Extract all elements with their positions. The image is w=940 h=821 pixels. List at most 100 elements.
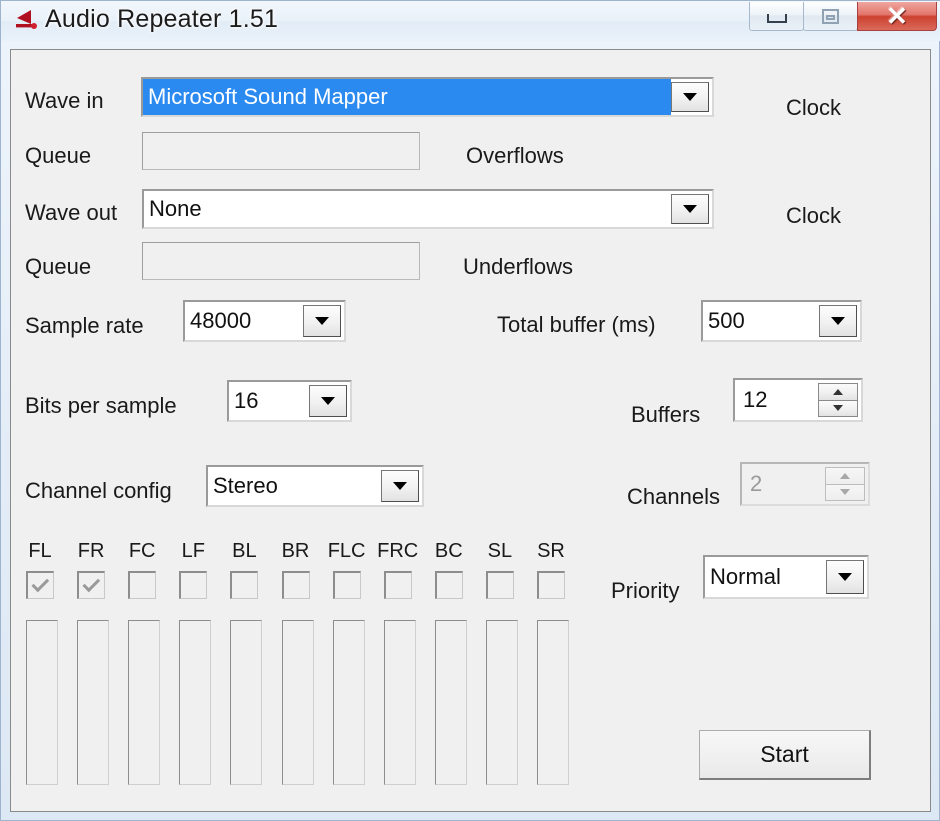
title-bar[interactable]: Audio Repeater 1.51 ✕ [1, 1, 940, 41]
bits-per-sample-label: Bits per sample [25, 393, 177, 418]
channels-decrement-button [825, 484, 865, 501]
channel-checkbox-fc[interactable] [128, 571, 157, 599]
wave-out-combo[interactable]: None [142, 189, 714, 229]
priority-dropdown-button[interactable] [826, 560, 864, 594]
buffers-stepper-buttons [818, 383, 858, 417]
chevron-down-icon [833, 405, 843, 412]
check-icon [82, 574, 100, 593]
maximize-icon [822, 8, 839, 24]
channel-label-br: BR [281, 540, 310, 562]
vu-meter-br [281, 620, 314, 785]
chevron-up-icon [833, 388, 843, 395]
bits-per-sample-dropdown-button[interactable] [309, 385, 347, 417]
priority-combo[interactable]: Normal [703, 555, 869, 599]
channel-checkbox-br[interactable] [281, 571, 310, 599]
vu-meter-sr [537, 620, 569, 785]
priority-label: Priority [611, 578, 680, 603]
chevron-down-icon [838, 573, 852, 581]
window-title: Audio Repeater 1.51 [45, 5, 279, 33]
buffers-stepper[interactable]: 12 [733, 378, 863, 422]
channel-label-fr: FR [77, 540, 105, 562]
chevron-down-icon [683, 93, 697, 101]
channel-config-label: Channel config [25, 478, 172, 503]
start-button[interactable]: Start [699, 730, 871, 780]
buffers-label: Buffers [631, 402, 701, 427]
chevron-down-icon [315, 317, 329, 325]
total-buffer-dropdown-button[interactable] [819, 305, 857, 337]
queue-in-meter [142, 132, 420, 170]
channel-config-combo[interactable]: Stereo [206, 465, 424, 507]
maximize-button[interactable] [803, 2, 858, 31]
channel-checkbox-sl[interactable] [485, 571, 514, 599]
channel-label-fc: FC [128, 540, 156, 562]
channels-stepper-buttons [825, 467, 865, 501]
channels-value: 2 [750, 471, 763, 496]
queue-in-label: Queue [25, 143, 92, 168]
minimize-icon [766, 14, 787, 23]
channel-checkbox-fl[interactable] [26, 571, 54, 599]
queue-out-label: Queue [25, 254, 92, 279]
chevron-down-icon [831, 317, 845, 325]
vu-meter-sl [485, 620, 518, 785]
vu-meter-frc [383, 620, 416, 785]
channel-label-fl: FL [28, 540, 52, 562]
channel-label-flc: FLC [327, 540, 366, 562]
channels-increment-button [825, 467, 865, 485]
channel-checkbox-lf[interactable] [179, 571, 208, 599]
app-window: Audio Repeater 1.51 ✕ Wave in Microsoft … [0, 0, 940, 821]
wave-in-value: Microsoft Sound Mapper [143, 79, 671, 115]
channel-checkbox-flc[interactable] [332, 571, 361, 599]
vu-meter-flc [332, 620, 365, 785]
priority-value: Normal [710, 564, 781, 589]
channel-label-bl: BL [232, 540, 257, 562]
wave-in-combo[interactable]: Microsoft Sound Mapper [141, 77, 714, 117]
channel-label-sl: SL [487, 540, 513, 562]
sample-rate-value: 48000 [190, 308, 252, 333]
total-buffer-combo[interactable]: 500 [701, 300, 862, 342]
bits-per-sample-combo[interactable]: 16 [227, 380, 352, 422]
vu-meter-fc [128, 620, 161, 785]
window-controls: ✕ [749, 2, 937, 33]
vu-meter-bl [230, 620, 263, 785]
vu-meter-fl [26, 620, 58, 785]
wave-in-label: Wave in [25, 88, 104, 113]
wave-out-clock-label: Clock [786, 203, 842, 228]
wave-in-dropdown-button[interactable] [671, 82, 709, 112]
chevron-up-icon [840, 472, 850, 479]
client-area: Wave in Microsoft Sound Mapper Clock Que… [10, 49, 931, 812]
chevron-down-icon [840, 489, 850, 496]
total-buffer-label: Total buffer (ms) [497, 312, 656, 337]
channel-config-value: Stereo [213, 473, 278, 498]
channel-checkbox-fr[interactable] [77, 571, 106, 599]
check-icon [30, 574, 49, 593]
channels-label: Channels [627, 484, 720, 509]
minimize-button[interactable] [749, 2, 804, 31]
vu-meter-lf [179, 620, 212, 785]
buffers-decrement-button[interactable] [818, 400, 858, 417]
red-arrow-speaker-icon [16, 10, 37, 29]
bits-per-sample-value: 16 [234, 388, 259, 413]
underflows-label: Underflows [463, 254, 574, 279]
queue-out-meter [142, 242, 420, 280]
overflows-label: Overflows [466, 143, 564, 168]
channel-checkbox-frc[interactable] [383, 571, 412, 599]
channel-label-bc: BC [434, 540, 463, 562]
channel-config-dropdown-button[interactable] [381, 470, 419, 502]
channel-label-frc: FRC [377, 540, 419, 562]
sample-rate-dropdown-button[interactable] [303, 305, 341, 337]
sample-rate-combo[interactable]: 48000 [183, 300, 346, 342]
chevron-down-icon [393, 482, 407, 490]
vu-meter-bc [434, 620, 467, 785]
total-buffer-value: 500 [708, 308, 745, 333]
wave-out-value: None [149, 196, 202, 221]
buffers-increment-button[interactable] [818, 383, 858, 401]
wave-out-dropdown-button[interactable] [671, 194, 709, 224]
channels-stepper: 2 [740, 462, 870, 506]
close-button[interactable]: ✕ [857, 2, 937, 31]
channel-checkbox-bc[interactable] [434, 571, 463, 599]
channel-checkbox-sr[interactable] [537, 571, 565, 599]
channel-checkbox-bl[interactable] [230, 571, 259, 599]
buffers-value: 12 [743, 387, 768, 412]
sample-rate-label: Sample rate [25, 313, 144, 338]
chevron-down-icon [683, 205, 697, 213]
